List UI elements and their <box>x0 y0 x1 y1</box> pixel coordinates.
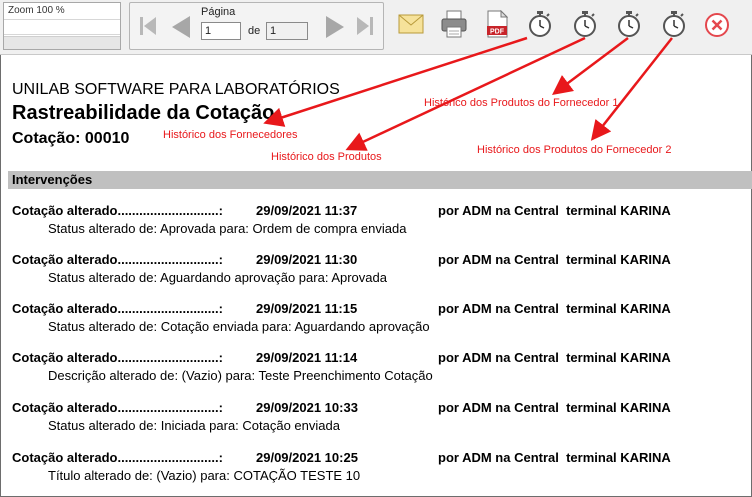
section-header: Intervenções <box>8 171 752 189</box>
last-page-icon[interactable] <box>355 15 375 37</box>
list-item: Cotação alterado........................… <box>12 400 752 440</box>
first-page-icon[interactable] <box>138 15 158 37</box>
entry-datetime: 29/09/2021 10:25 <box>256 450 358 465</box>
stopwatch-icon[interactable] <box>617 10 641 38</box>
entry-user: por ADM na Central terminal KARINA <box>438 252 671 267</box>
page-label: Página <box>201 6 236 18</box>
entry-label: Cotação alterado........................… <box>12 350 223 365</box>
zoom-label: Zoom 100 % <box>8 5 65 16</box>
of-label: de <box>248 25 261 37</box>
company-name: UNILAB SOFTWARE PARA LABORATÓRIOS <box>12 81 340 98</box>
entry-user: por ADM na Central terminal KARINA <box>438 301 671 316</box>
entry-description: Título alterado de: (Vazio) para: COTAÇÃ… <box>48 468 361 483</box>
entry-description: Status alterado de: Aguardando aprovação… <box>48 270 387 285</box>
entry-label: Cotação alterado........................… <box>12 450 223 465</box>
entry-label: Cotação alterado........................… <box>12 400 223 415</box>
list-item: Cotação alterado........................… <box>12 450 752 490</box>
zoom-scrollbar[interactable] <box>4 36 120 49</box>
entry-user: por ADM na Central terminal KARINA <box>438 203 671 218</box>
page-navigation: Página de 1 <box>129 2 384 50</box>
list-item: Cotação alterado........................… <box>12 252 752 292</box>
close-icon[interactable] <box>704 12 730 38</box>
total-pages: 1 <box>266 22 308 40</box>
stopwatch-icon[interactable] <box>573 10 597 38</box>
entry-label: Cotação alterado........................… <box>12 301 223 316</box>
page-number-input[interactable] <box>201 22 241 40</box>
next-page-icon[interactable] <box>324 15 346 39</box>
entry-user: por ADM na Central terminal KARINA <box>438 450 671 465</box>
entry-datetime: 29/09/2021 11:30 <box>256 252 358 267</box>
entry-description: Status alterado de: Iniciada para: Cotaç… <box>48 418 340 433</box>
stopwatch-icon[interactable] <box>662 10 686 38</box>
printer-icon[interactable] <box>441 10 467 38</box>
entry-user: por ADM na Central terminal KARINA <box>438 350 671 365</box>
quote-number: Cotação: 00010 <box>12 130 130 147</box>
entry-description: Status alterado de: Aprovada para: Ordem… <box>48 221 407 236</box>
entry-user: por ADM na Central terminal KARINA <box>438 400 671 415</box>
email-icon[interactable] <box>398 14 424 34</box>
entry-datetime: 29/09/2021 11:15 <box>256 301 358 316</box>
annotation-produtos-fornecedor-1: Histórico dos Produtos do Fornecedor 1 <box>424 97 619 109</box>
annotation-produtos-fornecedor-2: Histórico dos Produtos do Fornecedor 2 <box>477 144 672 156</box>
entry-description: Descrição alterado de: (Vazio) para: Tes… <box>48 368 433 383</box>
entry-datetime: 29/09/2021 11:14 <box>256 350 358 365</box>
entry-datetime: 29/09/2021 10:33 <box>256 400 358 415</box>
entry-description: Status alterado de: Cotação enviada para… <box>48 319 430 334</box>
entry-datetime: 29/09/2021 11:37 <box>256 203 358 218</box>
list-item: Cotação alterado........................… <box>12 301 752 341</box>
annotation-produtos: Histórico dos Produtos <box>271 151 382 163</box>
previous-page-icon[interactable] <box>170 15 192 39</box>
list-item: Cotação alterado........................… <box>12 350 752 390</box>
toolbar: Zoom 100 % Página de 1 <box>0 0 752 55</box>
pdf-badge: PDF <box>490 29 505 36</box>
report-title: Rastreabilidade da Cotação <box>12 102 275 124</box>
annotation-fornecedores: Histórico dos Fornecedores <box>163 129 298 141</box>
list-item: Cotação alterado........................… <box>12 203 752 243</box>
entry-label: Cotação alterado........................… <box>12 203 223 218</box>
pdf-icon[interactable]: PDF <box>486 10 508 38</box>
section-title: Intervenções <box>12 172 93 187</box>
entry-label: Cotação alterado........................… <box>12 252 223 267</box>
zoom-list <box>4 19 120 35</box>
report-page: UNILAB SOFTWARE PARA LABORATÓRIOS Rastre… <box>0 55 752 497</box>
stopwatch-icon[interactable] <box>528 10 552 38</box>
zoom-control[interactable]: Zoom 100 % <box>3 2 121 50</box>
